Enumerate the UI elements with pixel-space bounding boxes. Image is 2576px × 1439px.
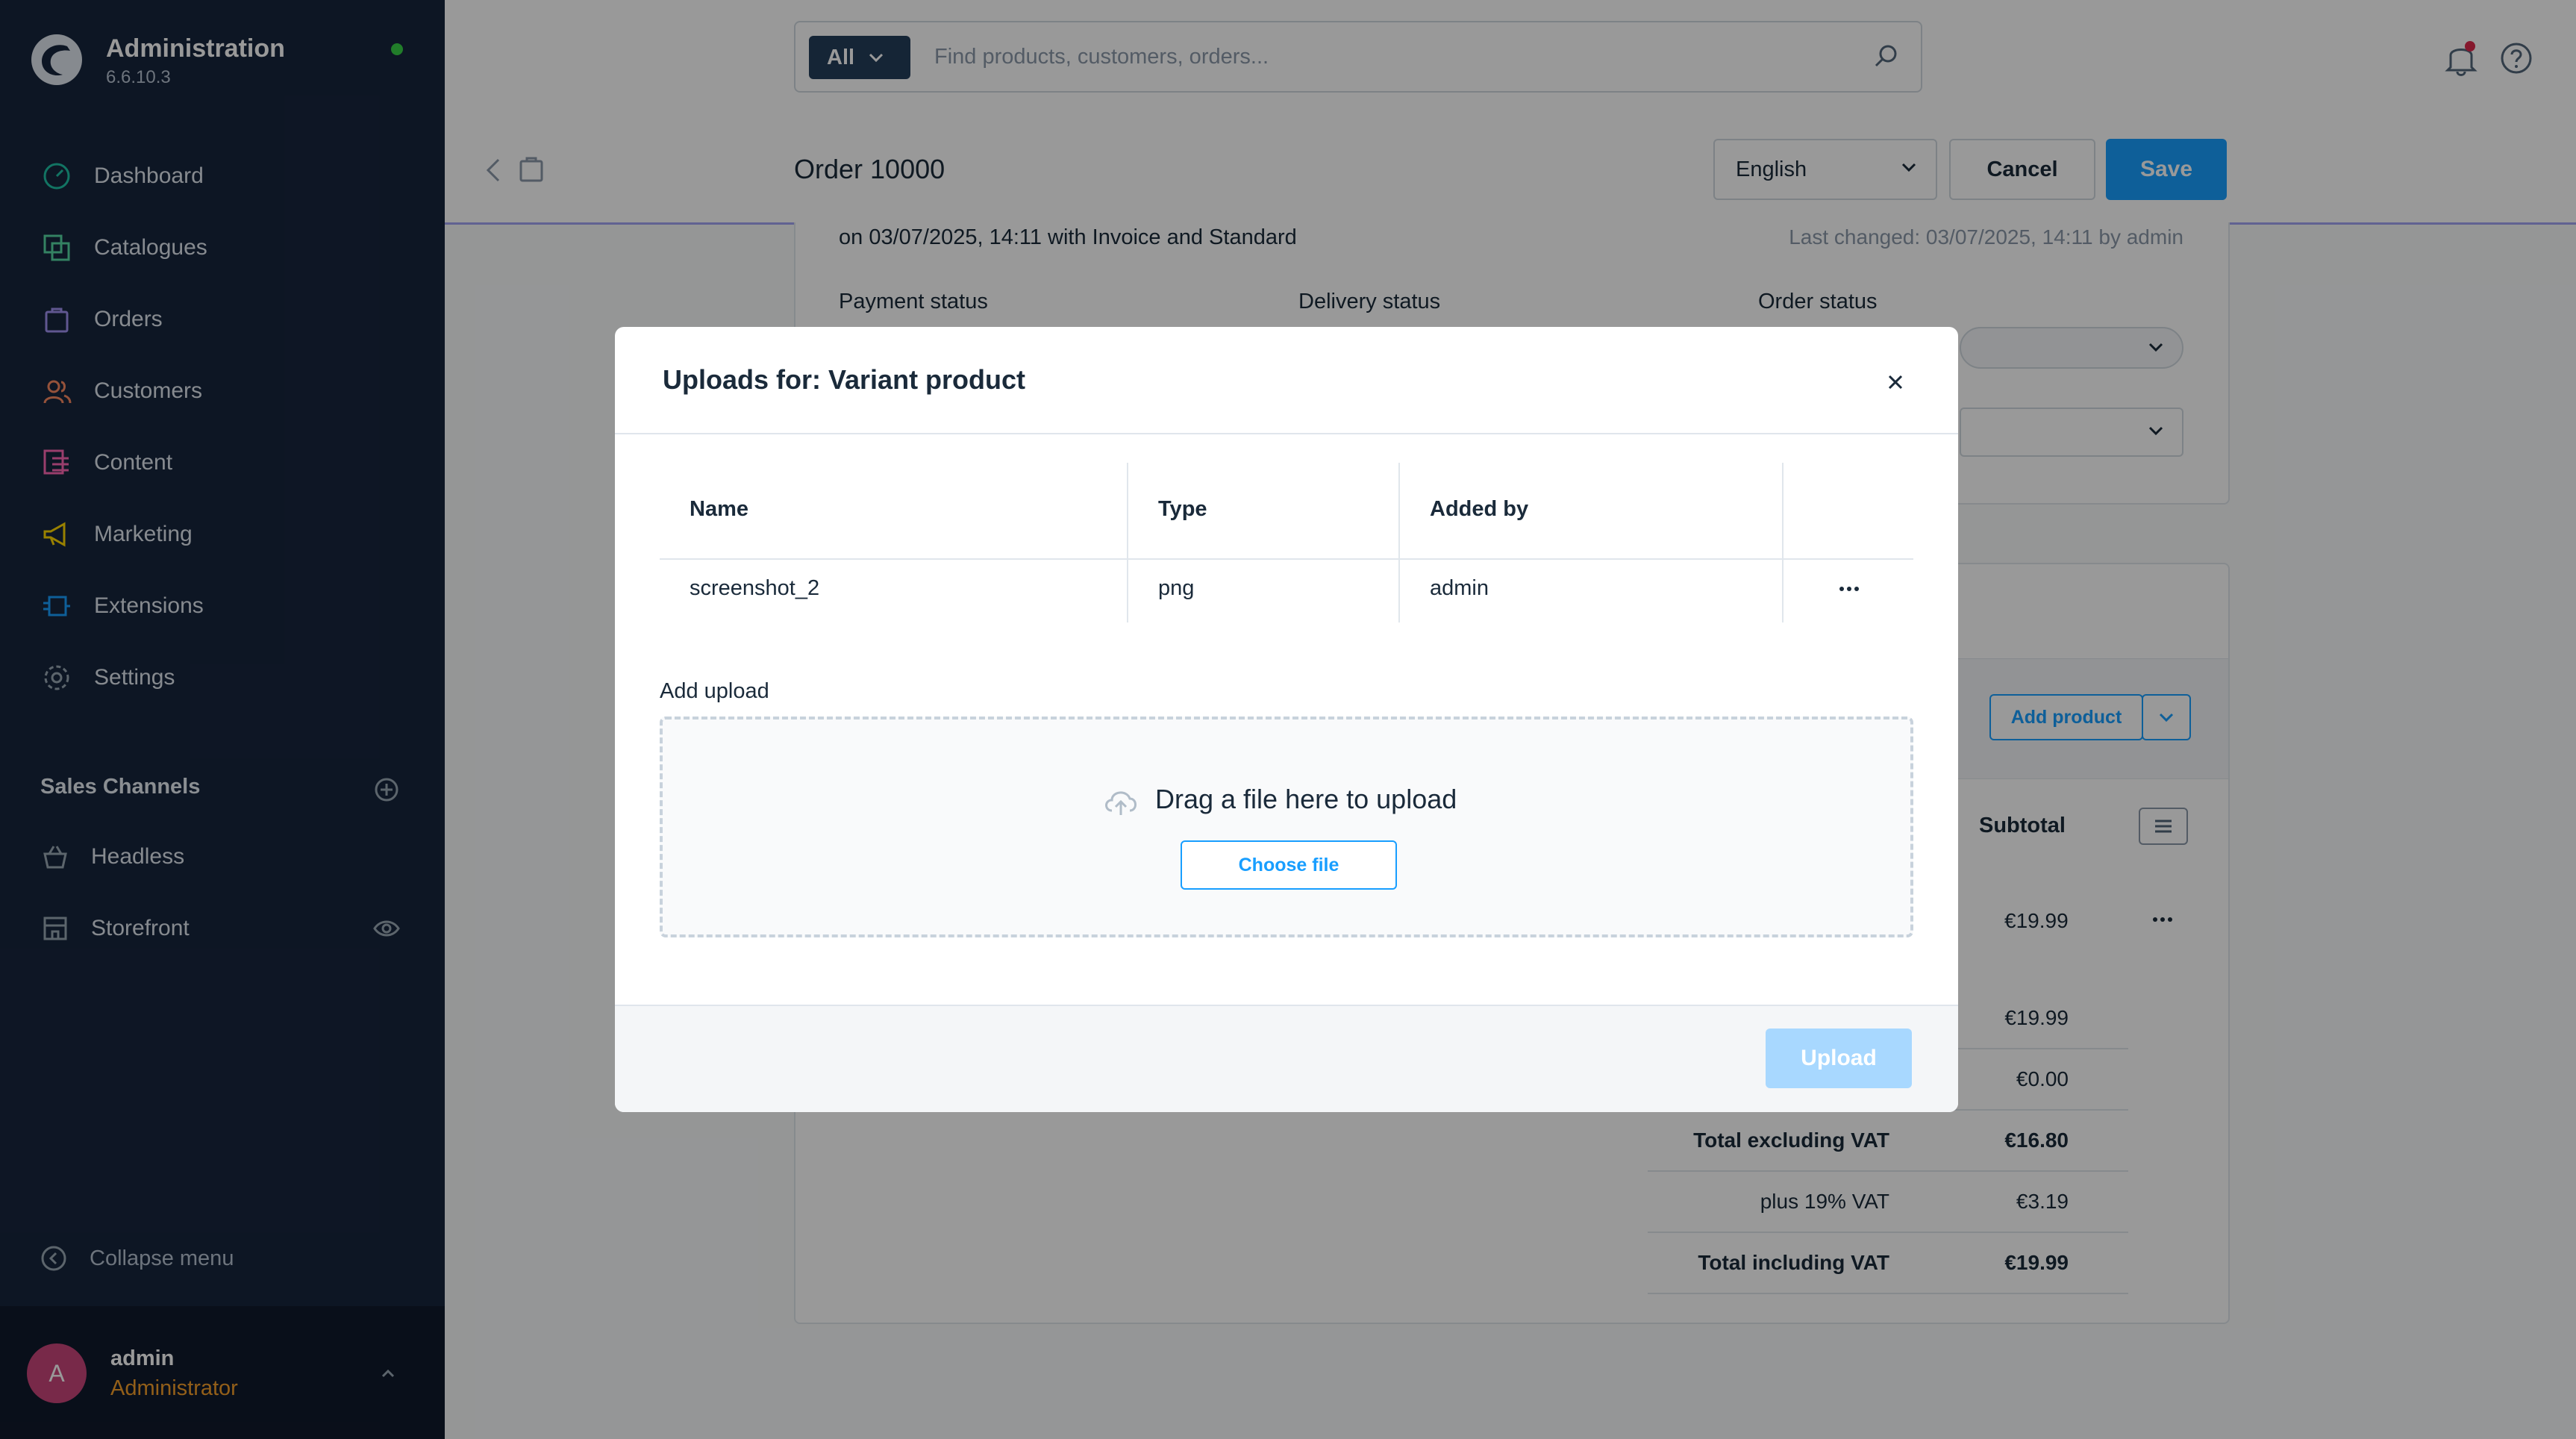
uploads-table: Name Type Added by screenshot_2 png admi… <box>660 463 1913 622</box>
dropzone-text: Drag a file here to upload <box>1155 784 1457 814</box>
modal-header: Uploads for: Variant product <box>615 327 1958 434</box>
column-divider <box>1127 463 1128 622</box>
uploads-modal: Uploads for: Variant product Name Type A… <box>615 327 1958 1112</box>
table-header-row: Name Type Added by <box>660 463 1913 560</box>
upload-type: png <box>1158 576 1195 600</box>
column-header-name[interactable]: Name <box>690 497 748 522</box>
more-options-icon[interactable] <box>1834 578 1864 600</box>
add-upload-label: Add upload <box>660 679 769 703</box>
column-divider <box>1782 463 1783 622</box>
close-icon[interactable] <box>1882 369 1909 396</box>
upload-name: screenshot_2 <box>690 576 820 600</box>
upload-added-by: admin <box>1430 576 1489 600</box>
column-header-type[interactable]: Type <box>1158 497 1207 522</box>
column-header-added-by[interactable]: Added by <box>1430 497 1528 522</box>
file-dropzone[interactable]: Drag a file here to upload Choose file <box>660 717 1913 937</box>
choose-file-button[interactable]: Choose file <box>1181 840 1397 890</box>
modal-title: Uploads for: Variant product <box>663 364 1026 395</box>
column-divider <box>1398 463 1400 622</box>
upload-button[interactable]: Upload <box>1766 1028 1912 1088</box>
cloud-upload-icon <box>1105 791 1137 815</box>
table-row: screenshot_2 png admin <box>660 558 1913 622</box>
modal-footer: Upload <box>615 1005 1958 1112</box>
